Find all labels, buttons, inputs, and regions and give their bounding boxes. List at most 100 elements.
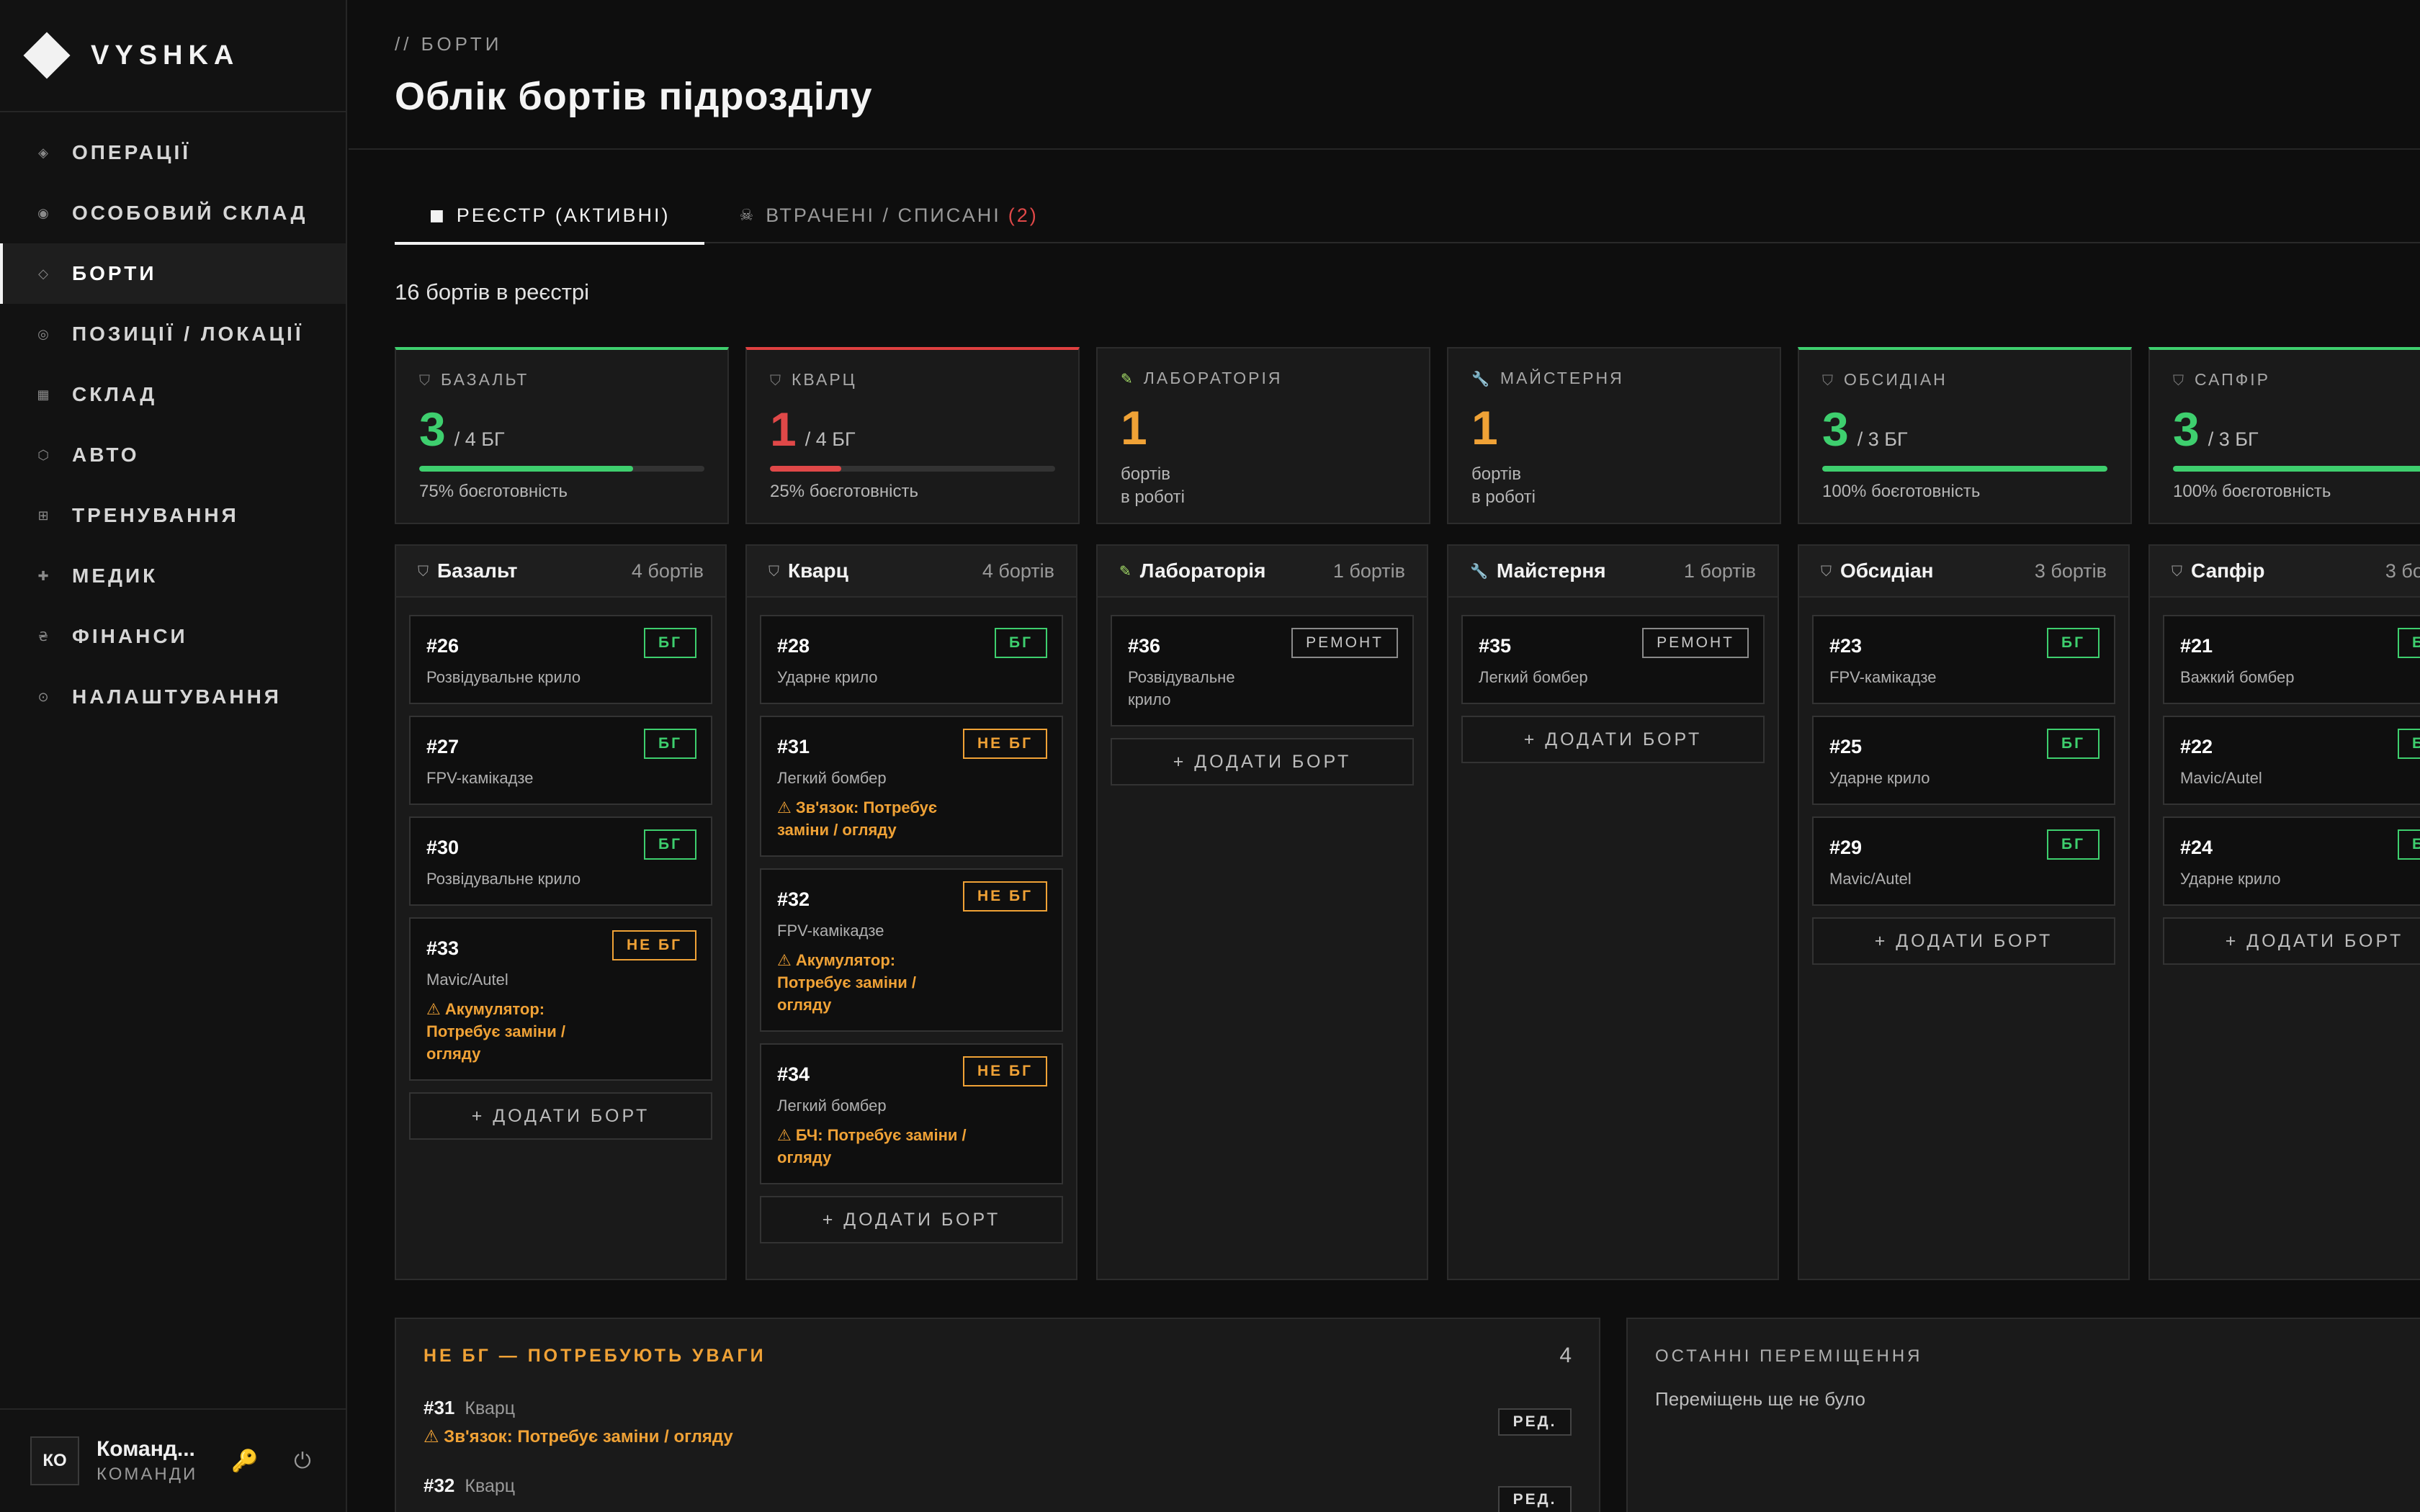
sidebar: VYSHKA ◈ ОПЕРАЦІЇ ◉ ОСОБОВИЙ СКЛАД ◇ БОР… xyxy=(0,0,347,1512)
drone-card[interactable]: #32 FPV-камікадзе ⚠ Акумулятор: Потребує… xyxy=(760,868,1063,1032)
readiness-fill xyxy=(419,466,633,472)
tab-lost-written-off[interactable]: ☠ ВТРАЧЕНІ / СПИСАНІ (2) xyxy=(704,193,1072,243)
nav-label: ФІНАНСИ xyxy=(72,625,188,647)
avatar[interactable]: КО xyxy=(30,1436,79,1485)
attention-row: #31 Кварц ⚠ Зв'язок: Потребує заміни / ог… xyxy=(424,1397,1572,1447)
nav-label: ОСОБОВИЙ СКЛАД xyxy=(72,202,308,224)
warehouse-icon: ▦ xyxy=(37,387,50,402)
drone-type: FPV-камікадзе xyxy=(1829,668,1937,686)
drone-id: #32 xyxy=(424,1475,455,1496)
add-board-button[interactable]: + ДОДАТИ БОРТ xyxy=(2163,917,2420,965)
add-board-button[interactable]: + ДОДАТИ БОРТ xyxy=(1111,738,1414,786)
readiness-fill xyxy=(1822,466,2107,472)
column-name: Лабораторія xyxy=(1139,559,1266,582)
edit-button[interactable]: РЕД. xyxy=(1498,1408,1572,1436)
drone-card[interactable]: #23 FPV-камікадзе БГ xyxy=(1812,615,2115,704)
column-body: #28 Ударне крило БГ #31 Легкий бомбер ⚠ … xyxy=(747,598,1076,1243)
drone-card[interactable]: #28 Ударне крило БГ xyxy=(760,615,1063,704)
wrench-icon: 🔧 xyxy=(1471,369,1492,387)
column-name: Кварц xyxy=(788,559,848,582)
brand[interactable]: VYSHKA xyxy=(0,0,346,112)
in-work-line: бортів xyxy=(1471,464,1521,484)
drone-id: #24 xyxy=(2180,837,2213,858)
status-badge: РЕМОНТ xyxy=(1642,628,1749,658)
column-body: #36 Розвідувальне крило РЕМОНТ + ДОДАТИ … xyxy=(1098,598,1427,786)
power-icon[interactable]: ⏻ xyxy=(284,1442,321,1480)
drone-card[interactable]: #24 Ударне крило БГ xyxy=(2163,816,2420,906)
skull-icon: ☠ xyxy=(739,206,756,225)
not-ready-panel: НЕ БГ — ПОТРЕБУЮТЬ УВАГИ 4 #31 Кварц ⚠ Зв… xyxy=(395,1318,1600,1512)
drone-card[interactable]: #21 Важкий бомбер БГ xyxy=(2163,615,2420,704)
nav-item-training[interactable]: ⊞ ТРЕНУВАННЯ xyxy=(0,485,346,546)
nav-label: МЕДИК xyxy=(72,564,158,587)
shield-icon: ⛉ xyxy=(770,371,783,389)
readiness-fill xyxy=(770,466,841,472)
drone-type: Легкий бомбер xyxy=(1479,668,1588,686)
drone-card[interactable]: #22 Mavic/Autel БГ xyxy=(2163,716,2420,805)
readiness-text: 100% боєготовність xyxy=(1822,482,1981,501)
key-icon[interactable]: 🔑 xyxy=(226,1442,264,1480)
status-badge: БГ xyxy=(995,628,1047,658)
summary-card-workshop: 🔧 МАЙСТЕРНЯ 1 бортів в роботі xyxy=(1447,347,1781,524)
main-nav: ◈ ОПЕРАЦІЇ ◉ ОСОБОВИЙ СКЛАД ◇ БОРТИ ◎ ПО… xyxy=(0,112,346,727)
readiness-text: 100% боєготовність xyxy=(2173,482,2331,501)
tab-registry-active[interactable]: ■ РЕЄСТР (АКТИВНІ) xyxy=(395,193,705,245)
drone-type: Легкий бомбер xyxy=(777,1097,887,1115)
drone-card[interactable]: #30 Розвідувальне крило БГ xyxy=(409,816,712,906)
drone-card[interactable]: #31 Легкий бомбер ⚠ Зв'язок: Потребує за… xyxy=(760,716,1063,857)
drone-card[interactable]: #26 Розвідувальне крило БГ xyxy=(409,615,712,704)
drone-type: Розвідувальне крило xyxy=(426,668,581,686)
ready-total: / 3 БГ xyxy=(2208,428,2259,450)
column-header: ⛉ Обсидіан 3 бортів xyxy=(1799,546,2128,598)
ready-count: 1 xyxy=(770,402,797,456)
drone-card[interactable]: #34 Легкий бомбер ⚠ БЧ: Потребує заміни … xyxy=(760,1043,1063,1184)
status-badge: БГ xyxy=(2398,729,2420,759)
drone-card[interactable]: #27 FPV-камікадзе БГ xyxy=(409,716,712,805)
drone-card[interactable]: #36 Розвідувальне крило РЕМОНТ xyxy=(1111,615,1414,726)
add-board-button[interactable]: + ДОДАТИ БОРТ xyxy=(760,1196,1063,1243)
ready-total: / 4 БГ xyxy=(454,428,505,450)
summary-card-bazalt: ⛉ БАЗАЛЬТ 3 / 4 БГ 75% боєготовність xyxy=(395,347,729,524)
drone-card[interactable]: #35 Легкий бомбер РЕМОНТ xyxy=(1461,615,1765,704)
readiness-bar xyxy=(1822,466,2107,472)
readiness-bar xyxy=(419,466,704,472)
summary-name: МАЙСТЕРНЯ xyxy=(1500,369,1624,387)
nav-item-personnel[interactable]: ◉ ОСОБОВИЙ СКЛАД xyxy=(0,183,346,243)
readiness-text: 25% боєготовність xyxy=(770,482,918,501)
nav-item-operations[interactable]: ◈ ОПЕРАЦІЇ xyxy=(0,122,346,183)
summary-name: БАЗАЛЬТ xyxy=(441,370,529,389)
column-count: 4 бортів xyxy=(631,559,704,582)
column-count: 1 бортів xyxy=(1683,559,1756,582)
drone-card[interactable]: #25 Ударне крило БГ xyxy=(1812,716,2115,805)
status-badge: РЕМОНТ xyxy=(1291,628,1398,658)
column-laboratory: ✎ Лабораторія 1 бортів #36 Розвідувальне… xyxy=(1096,544,1428,1280)
in-work-text: бортів в роботі xyxy=(1471,463,1757,509)
nav-item-settings[interactable]: ⊙ НАЛАШТУВАННЯ xyxy=(0,667,346,727)
nav-label: ТРЕНУВАННЯ xyxy=(72,504,239,526)
nav-label: ПОЗИЦІЇ / ЛОКАЦІЇ xyxy=(72,323,304,345)
drone-type: Mavic/Autel xyxy=(1829,870,1912,888)
add-board-button[interactable]: + ДОДАТИ БОРТ xyxy=(1812,917,2115,965)
nav-item-medic[interactable]: ✚ МЕДИК xyxy=(0,546,346,606)
column-header: ✎ Лабораторія 1 бортів xyxy=(1098,546,1427,598)
drone-card[interactable]: #29 Mavic/Autel БГ xyxy=(1812,816,2115,906)
nav-item-finance[interactable]: ₴ ФІНАНСИ xyxy=(0,606,346,667)
shield-icon: ⛉ xyxy=(768,562,779,580)
column-header: ⛉ Кварц 4 бортів xyxy=(747,546,1076,598)
drone-card[interactable]: #33 Mavic/Autel ⚠ Акумулятор: Потребує з… xyxy=(409,917,712,1081)
edit-button[interactable]: РЕД. xyxy=(1498,1486,1572,1512)
status-badge: БГ xyxy=(2047,628,2099,658)
personnel-icon: ◉ xyxy=(37,205,49,221)
drone-type: Розвідувальне крило xyxy=(426,870,581,888)
nav-item-positions[interactable]: ◎ ПОЗИЦІЇ / ЛОКАЦІЇ xyxy=(0,304,346,364)
nav-item-boards[interactable]: ◇ БОРТИ xyxy=(0,243,346,304)
nav-item-auto[interactable]: ⬡ АВТО xyxy=(0,425,346,485)
training-icon: ⊞ xyxy=(37,508,49,523)
tab-label: ВТРАЧЕНІ / СПИСАНІ xyxy=(766,204,1001,226)
nav-item-warehouse[interactable]: ▦ СКЛАД xyxy=(0,364,346,425)
nav-label: БОРТИ xyxy=(72,262,157,284)
add-board-button[interactable]: + ДОДАТИ БОРТ xyxy=(1461,716,1765,763)
drone-type: FPV-камікадзе xyxy=(426,769,534,787)
add-board-button[interactable]: + ДОДАТИ БОРТ xyxy=(409,1092,712,1140)
drone-type: Mavic/Autel xyxy=(2180,769,2262,787)
